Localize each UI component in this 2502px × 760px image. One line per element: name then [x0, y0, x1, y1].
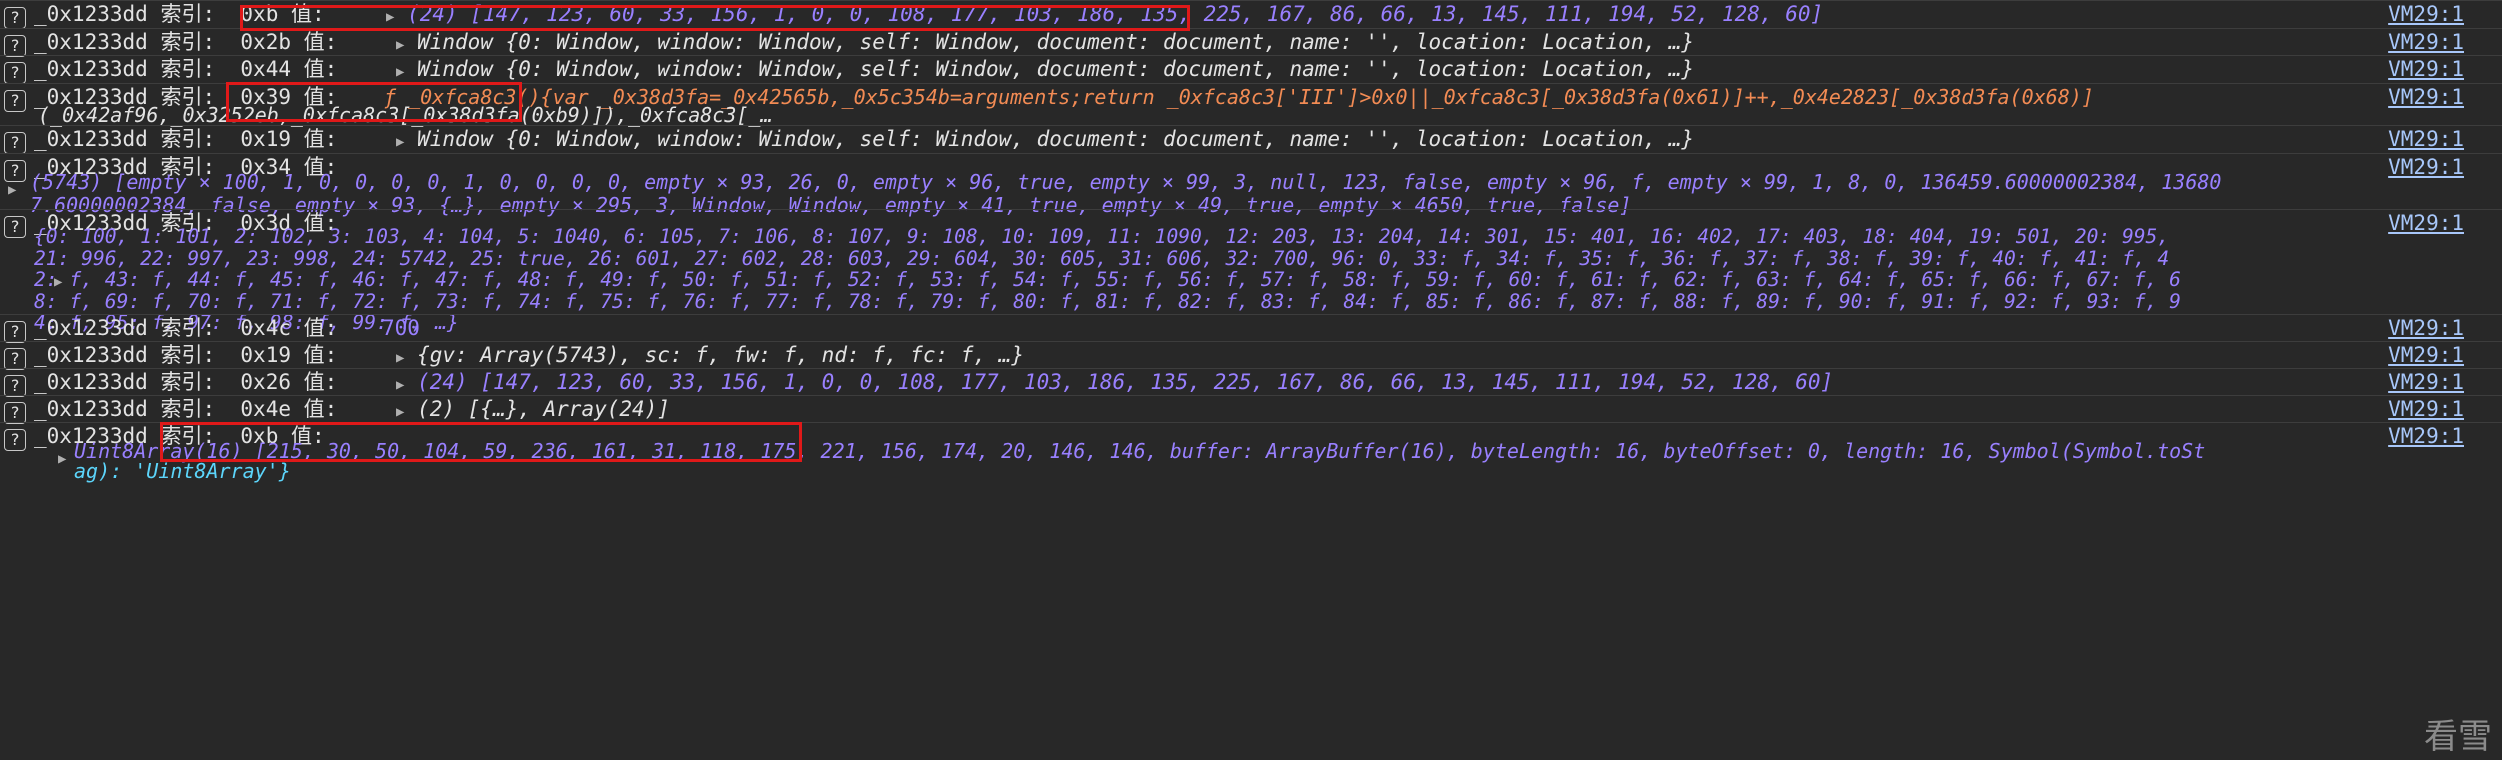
console-row[interactable]: ? _0x1233dd 索引: 0x2b 值: ▶ Window {0: Win… — [0, 28, 2502, 57]
expand-triangle-icon[interactable]: ▶ — [396, 377, 404, 393]
info-icon: ? — [4, 216, 26, 238]
expand-triangle-icon[interactable]: ▶ — [8, 173, 16, 207]
console-row[interactable]: ? _0x1233dd 索引: 0x3d 值: ▶ {0: 100, 1: 10… — [0, 206, 2502, 334]
source-link[interactable]: VM29:1 — [2388, 80, 2464, 114]
source-link[interactable]: VM29:1 — [2388, 419, 2464, 453]
info-icon: ? — [4, 321, 26, 343]
console-row[interactable]: ? _0x1233dd 索引: 0x44 值: ▶ Window {0: Win… — [0, 55, 2502, 84]
expand-triangle-icon[interactable]: ▶ — [396, 37, 404, 53]
highlight-box — [240, 5, 1190, 31]
expand-triangle-icon[interactable]: ▶ — [396, 134, 404, 150]
info-icon: ? — [4, 429, 26, 451]
source-link[interactable]: VM29:1 — [2388, 206, 2464, 240]
console-row[interactable]: ? _0x1233dd 索引: 0x26 值: ▶ (24) [147, 123… — [0, 368, 2502, 397]
highlight-box — [160, 422, 802, 462]
highlight-box — [226, 82, 522, 122]
expand-triangle-icon[interactable]: ▶ — [58, 442, 66, 476]
expand-triangle-icon[interactable]: ▶ — [396, 350, 404, 366]
console-row[interactable]: ? _0x1233dd 索引: 0x34 值: ▶ (5743) [empty … — [0, 150, 2502, 217]
source-link[interactable]: VM29:1 — [2388, 150, 2464, 184]
console-row[interactable]: ? _0x1233dd 索引: 0x4e 值: ▶ (2) [{…}, Arra… — [0, 395, 2502, 424]
console-row[interactable]: ? _0x1233dd 索引: 0x19 值: ▶ {gv: Array(574… — [0, 341, 2502, 370]
watermark: 看雪 — [2424, 717, 2492, 757]
expand-triangle-icon[interactable]: ▶ — [396, 404, 404, 420]
info-icon: ? — [4, 375, 26, 397]
info-icon: ? — [4, 62, 26, 84]
console-row[interactable]: ? _0x1233dd 索引: 0x19 值: ▶ Window {0: Win… — [0, 125, 2502, 154]
info-icon: ? — [4, 348, 26, 370]
info-icon: ? — [4, 90, 26, 112]
expand-triangle-icon[interactable]: ▶ — [396, 64, 404, 80]
info-icon: ? — [4, 7, 26, 29]
info-icon: ? — [4, 402, 26, 424]
info-icon: ? — [4, 35, 26, 57]
console-row[interactable]: ? _0x1233dd 索引: 0x4c 值: 700 VM29:1 — [0, 314, 2502, 343]
info-icon: ? — [4, 132, 26, 154]
console-row[interactable]: ? _0x1233dd 索引: 0xb 值: ▶ Uint8Array(16) … — [0, 422, 2502, 760]
